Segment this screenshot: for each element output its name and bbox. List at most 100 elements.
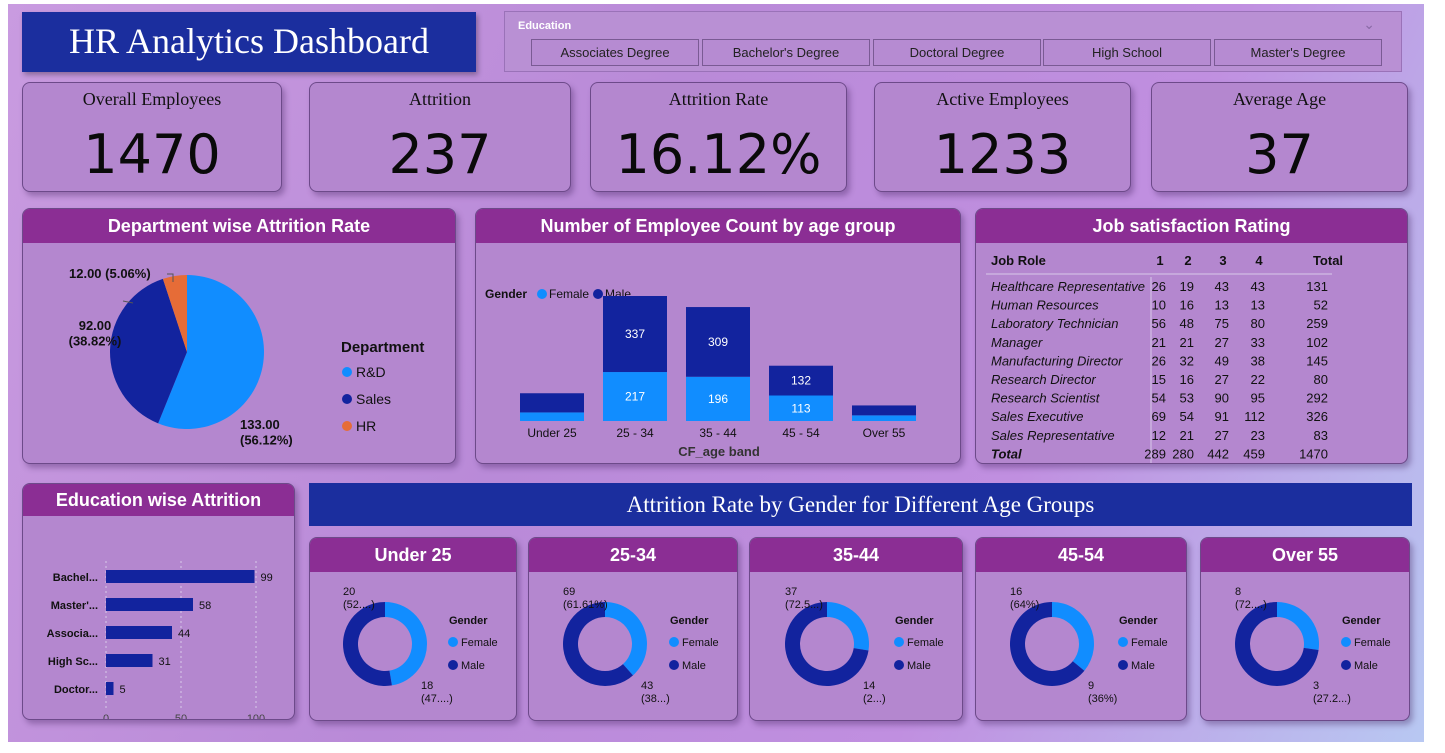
kpi-label: Attrition — [409, 89, 471, 109]
table-cell: 292 — [1306, 391, 1328, 406]
legend-label-female: Female — [907, 637, 944, 649]
table-total-cell: 289 — [1144, 446, 1166, 461]
slicer-option-bachelors[interactable]: Bachelor's Degree — [702, 39, 870, 66]
bar — [106, 654, 153, 667]
y-tick-label: Master'... — [51, 600, 98, 612]
table-cell: 22 — [1251, 372, 1265, 387]
legend-marker-male — [669, 660, 679, 670]
slicer-option-high-school[interactable]: High School — [1043, 39, 1211, 66]
age-stacked-bar-chart: Gender Female MaleUnder 2521733725 - 34196… — [485, 287, 916, 459]
donut-chart: 20 (52....) 18 (47....) Gender Female Male — [343, 586, 498, 705]
table-total-cell: 1470 — [1299, 446, 1328, 461]
table-cell: 54 — [1180, 409, 1194, 424]
table-cell: 16 — [1180, 372, 1194, 387]
age-group-card: Number of Employee Count by age group Ge… — [475, 208, 961, 464]
x-tick-label: 0 — [103, 713, 109, 720]
table-header: Job Role — [991, 253, 1046, 268]
kpi-value: 1233 — [933, 123, 1072, 186]
table-cell: 19 — [1180, 279, 1194, 294]
legend-label: HR — [356, 418, 376, 434]
bar-value-label: 5 — [120, 684, 126, 696]
table-cell: 75 — [1215, 316, 1229, 331]
education-attrition-card: Education wise Attrition 0 50 100 Bachel...… — [22, 483, 295, 720]
card-title: Education wise Attrition — [23, 484, 294, 516]
table-row-label: Healthcare Representative — [991, 279, 1145, 294]
legend-marker-male — [1118, 660, 1128, 670]
bar — [106, 598, 193, 611]
card-title: Number of Employee Count by age group — [476, 209, 960, 243]
x-tick-label: 35 - 44 — [699, 426, 737, 440]
x-tick-label: 50 — [175, 713, 187, 720]
donut-card-45-54: 45-54 16 (64%) 9 (36%) Gender Female Male — [975, 537, 1187, 721]
dashboard-canvas: HR Analytics Dashboard Education ⌄ Assoc… — [8, 4, 1424, 742]
table-cell: 90 — [1215, 391, 1229, 406]
legend-label-male: Male — [461, 660, 485, 672]
kpi-value: 1470 — [83, 123, 221, 186]
table-cell: 38 — [1251, 353, 1265, 368]
table-cell: 16 — [1180, 298, 1194, 313]
slicer-label: Education — [518, 20, 572, 32]
bar-label-male: 132 — [791, 374, 811, 388]
donut-slice-female — [385, 602, 428, 686]
table-cell: 326 — [1306, 409, 1328, 424]
bar-label-male: 309 — [708, 335, 728, 349]
table-cell: 21 — [1180, 428, 1194, 443]
table-row-label: Sales Representative — [991, 428, 1115, 443]
y-tick-label: High Sc... — [48, 656, 98, 668]
legend-label-male: Male — [1354, 660, 1378, 672]
card-title: Over 55 — [1201, 538, 1409, 572]
legend-marker — [342, 394, 352, 404]
card-title: Department wise Attrition Rate — [23, 209, 455, 243]
donut-card-over-55: Over 55 8 (72....) 3 (27.2...) Gender Female M… — [1200, 537, 1410, 721]
kpi-overall-employees: Overall Employees 1470 — [22, 82, 282, 192]
donut-slice-male — [343, 602, 392, 686]
chevron-down-icon[interactable]: ⌄ — [1363, 16, 1375, 33]
table-header: 4 — [1255, 253, 1263, 268]
slicer-option-associates[interactable]: Associates Degree — [531, 39, 699, 66]
slicer-option-doctoral[interactable]: Doctoral Degree — [873, 39, 1041, 66]
kpi-attrition: Attrition 237 — [309, 82, 571, 192]
bar — [106, 682, 114, 695]
legend-marker-female — [1341, 637, 1351, 647]
donut-label-female: 9 (36%) — [1088, 680, 1117, 705]
x-axis-title: CF_age band — [678, 444, 760, 459]
table-cell: 49 — [1215, 353, 1229, 368]
donut-label-male: 20 (52....) — [343, 586, 375, 611]
table-row-label: Human Resources — [991, 298, 1099, 313]
table-cell: 32 — [1180, 353, 1194, 368]
x-tick-label: 25 - 34 — [616, 426, 654, 440]
table-cell: 33 — [1251, 335, 1265, 350]
legend-label-male: Male — [907, 660, 931, 672]
legend-marker-female — [894, 637, 904, 647]
legend-marker-female — [1118, 637, 1128, 647]
table-cell: 27 — [1215, 428, 1229, 443]
table-cell: 26 — [1152, 279, 1166, 294]
slicer-option-masters[interactable]: Master's Degree — [1214, 39, 1382, 66]
table-row-label: Laboratory Technician — [991, 316, 1118, 331]
education-slicer[interactable]: Education ⌄ Associates Degree Bachelor's… — [504, 11, 1402, 72]
kpi-value: 237 — [388, 123, 492, 186]
table-cell: 43 — [1215, 279, 1229, 294]
bar — [106, 626, 172, 639]
donut-chart: 16 (64%) 9 (36%) Gender Female Male — [1010, 586, 1168, 705]
legend-title: Gender — [449, 615, 488, 627]
x-tick-label: Under 25 — [527, 426, 577, 440]
table-cell: 102 — [1306, 335, 1328, 350]
kpi-label: Average Age — [1232, 89, 1327, 109]
legend-label-female: Female — [461, 637, 498, 649]
card-title: 45-54 — [976, 538, 1186, 572]
job-satisfaction-card: Job satisfaction Rating Job Role 1 2 3 4 Tota… — [975, 208, 1408, 464]
bar-value-label: 31 — [159, 656, 171, 668]
legend-title: Department — [341, 339, 424, 356]
legend-marker-female — [448, 637, 458, 647]
table-cell: 80 — [1251, 316, 1265, 331]
legend-label-male: Male — [682, 660, 706, 672]
table-cell: 21 — [1180, 335, 1194, 350]
y-tick-label: Doctor... — [54, 684, 98, 696]
bar-value-label: 99 — [261, 572, 273, 584]
table-cell: 48 — [1180, 316, 1194, 331]
education-bar-chart: 0 50 100 Bachel... 99 Master'... 58 Associa... 4… — [47, 561, 273, 720]
table-row-label: Research Scientist — [991, 391, 1101, 406]
table-cell: 52 — [1314, 298, 1328, 313]
bar-label-female: 196 — [708, 392, 728, 406]
